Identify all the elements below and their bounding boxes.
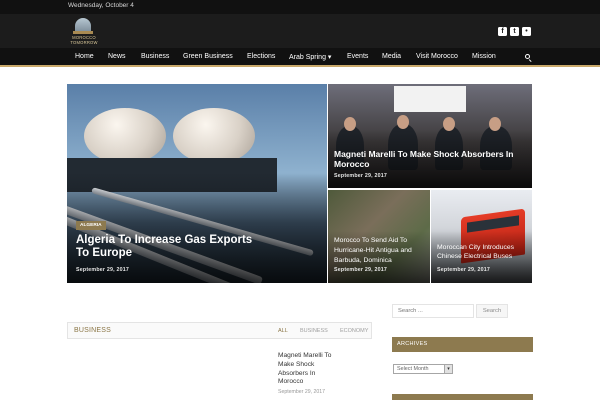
featured-main-date: September 29, 2017 — [76, 267, 130, 273]
gas-tank-image-part — [173, 108, 255, 164]
tab-economy[interactable]: ECONOMY — [340, 328, 368, 334]
featured-bottom-left-title[interactable]: Morocco To Send Aid To Hurricane-Hit Ant… — [334, 236, 426, 266]
post-title-link[interactable]: Magneti Marelli To Make Shock Absorbers … — [278, 352, 340, 387]
site-logo[interactable]: MOROCCO TOMORROW — [66, 17, 102, 47]
gas-tank-image-part — [84, 108, 166, 164]
nav-item-media[interactable]: Media — [382, 53, 401, 60]
chevron-down-icon: ▾ — [444, 365, 452, 373]
logo-text: MOROCCO TOMORROW — [70, 35, 98, 45]
search-icon[interactable] — [525, 54, 533, 63]
nav-item-elections[interactable]: Elections — [247, 53, 275, 60]
featured-bottom-right-date: September 29, 2017 — [437, 267, 491, 273]
image-sign-part — [394, 86, 466, 112]
facebook-icon[interactable]: f — [498, 27, 507, 36]
image-head-part — [397, 115, 409, 129]
nav-item-home[interactable]: Home — [75, 53, 94, 60]
nav-item-green-business[interactable]: Green Business — [183, 53, 233, 60]
main-navigation: Home News Business Green Business Electi… — [0, 48, 600, 67]
category-badge[interactable]: ALGERIA — [76, 221, 106, 230]
archives-select[interactable]: Select Month ▾ — [393, 364, 453, 374]
search-button[interactable]: Search — [476, 304, 508, 318]
nav-item-visit-morocco[interactable]: Visit Morocco — [416, 53, 458, 60]
search-icon-handle — [528, 59, 532, 63]
featured-bottom-right-title[interactable]: Moroccan City Introduces Chinese Electri… — [437, 243, 529, 261]
business-section-header: BUSINESS ALL BUSINESS ECONOMY — [67, 322, 372, 339]
featured-main-title[interactable]: Algeria To Increase Gas Exports To Europ… — [76, 234, 266, 260]
search-input[interactable] — [392, 304, 474, 318]
flickr-icon[interactable]: • — [522, 27, 531, 36]
featured-top-right-date: September 29, 2017 — [334, 173, 388, 179]
post-date: September 29, 2017 — [278, 389, 326, 395]
current-date: Wednesday, October 4 — [68, 2, 134, 9]
nav-item-mission[interactable]: Mission — [472, 53, 496, 60]
tab-business[interactable]: BUSINESS — [300, 328, 328, 334]
logo-dome-icon — [75, 18, 91, 32]
archives-heading: ARCHIVES — [392, 337, 533, 352]
featured-main-article[interactable]: ALGERIA Algeria To Increase Gas Exports … — [67, 84, 327, 283]
nav-item-arab-spring[interactable]: Arab Spring ▾ — [289, 53, 331, 61]
featured-bottom-left-date: September 29, 2017 — [334, 267, 388, 273]
nav-item-events[interactable]: Events — [347, 53, 368, 60]
twitter-icon[interactable]: t — [510, 27, 519, 36]
featured-bottom-left-article[interactable]: Morocco To Send Aid To Hurricane-Hit Ant… — [328, 190, 430, 283]
featured-top-right-title[interactable]: Magneti Marelli To Make Shock Absorbers … — [334, 149, 524, 169]
next-widget-heading — [392, 394, 533, 400]
tab-all[interactable]: ALL — [278, 328, 288, 334]
nav-item-business[interactable]: Business — [141, 53, 169, 60]
section-title[interactable]: BUSINESS — [74, 327, 111, 334]
nav-item-news[interactable]: News — [108, 53, 126, 60]
featured-bottom-right-article[interactable]: Moroccan City Introduces Chinese Electri… — [431, 190, 532, 283]
featured-top-right-article[interactable]: Magneti Marelli To Make Shock Absorbers … — [328, 84, 532, 188]
logo-base — [73, 31, 93, 34]
archives-select-value: Select Month — [397, 366, 429, 372]
top-bar: Wednesday, October 4 — [0, 0, 600, 14]
